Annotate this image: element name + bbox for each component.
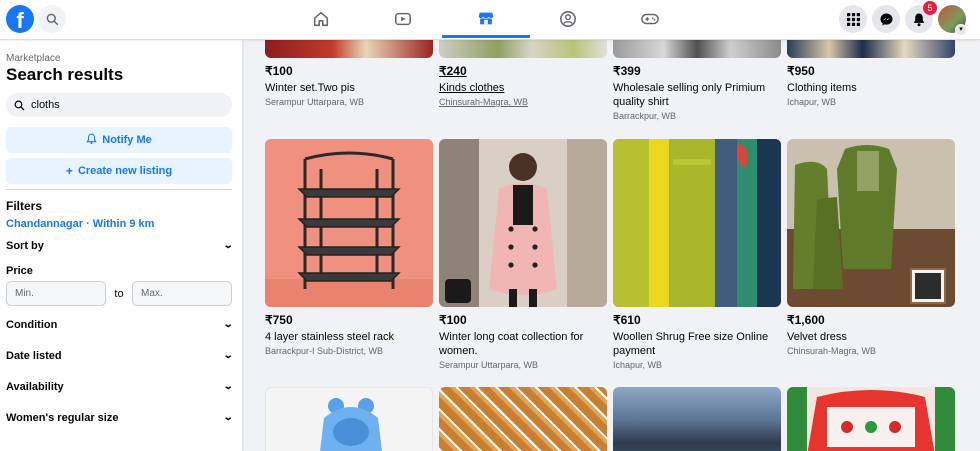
listing-photo (439, 387, 607, 451)
listing-price: ₹1,600 (787, 313, 825, 327)
listing-card[interactable]: ₹1,600 Velvet dress Chinsurah-Magra, WB (787, 139, 955, 356)
marketplace-icon (478, 12, 494, 24)
notify-me-button[interactable]: Notify Me (6, 127, 232, 153)
listing-price: ₹750 (265, 313, 293, 327)
listing-photo (613, 387, 781, 451)
chevron-down-icon: ⌄ (222, 319, 234, 330)
create-listing-button[interactable]: + Create new listing (6, 158, 232, 184)
chevron-down-icon: ⌄ (222, 240, 234, 251)
listing-price: ₹100 (439, 313, 467, 327)
breadcrumb[interactable]: Marketplace (6, 53, 232, 64)
top-navigation-bar: f 5 ▾ (0, 0, 980, 40)
listing-title: 4 layer stainless steel rack (265, 331, 394, 343)
chevron-down-icon[interactable]: ▾ (955, 24, 967, 36)
listings-grid: ₹100 Winter set.Two pis Serampur Uttarpa… (265, 0, 980, 451)
listing-card[interactable] (787, 387, 955, 451)
listing-title: Winter set.Two pis (265, 82, 355, 94)
listing-location: Barrackpur, WB (613, 111, 677, 121)
max-price-input[interactable]: Max. (132, 281, 232, 306)
listing-title: Winter long coat collection for women. (439, 331, 584, 357)
gaming-icon (641, 13, 659, 25)
womens-size-label: Women's regular size (6, 411, 119, 424)
price-range: Min. to Max. (6, 281, 232, 306)
divider (6, 189, 232, 190)
womens-size-filter[interactable]: Women's regular size ⌄ (6, 402, 234, 433)
plus-icon: + (65, 164, 73, 178)
listing-photo (613, 139, 781, 307)
video-tab[interactable] (359, 0, 447, 38)
messenger-icon[interactable] (872, 5, 900, 33)
listing-title: Clothing items (787, 82, 857, 94)
listing-photo (265, 139, 433, 307)
facebook-logo-icon[interactable]: f (6, 5, 34, 33)
listing-photo (787, 139, 955, 307)
groups-icon (560, 11, 576, 27)
listing-photo (439, 139, 607, 307)
condition-filter[interactable]: Condition ⌄ (6, 309, 234, 340)
price-label: Price (6, 265, 33, 277)
listing-location: Serampur Uttarpara, WB (265, 97, 365, 107)
search-value: cloths (31, 99, 60, 111)
listing-price: ₹100 (265, 64, 293, 78)
listing-photo (787, 387, 955, 451)
filters-heading: Filters (6, 199, 43, 213)
listing-photo (265, 387, 433, 451)
marketplace-tab[interactable] (442, 0, 530, 38)
listing-title: Wholesale selling only Primium quality s… (613, 82, 766, 108)
listing-card[interactable] (265, 387, 433, 451)
video-icon (395, 12, 411, 26)
chevron-down-icon: ⌄ (222, 350, 234, 361)
listing-card[interactable]: ₹100 Winter long coat collection for wom… (439, 139, 607, 370)
chevron-down-icon: ⌄ (222, 381, 234, 392)
notify-me-label: Notify Me (102, 134, 152, 146)
sort-by-label: Sort by (6, 239, 44, 252)
notifications-icon[interactable]: 5 (905, 1, 937, 33)
listing-location: Chinsurah-Magra, WB (439, 97, 529, 107)
date-listed-filter[interactable]: Date listed ⌄ (6, 340, 234, 371)
page-title: Search results (6, 65, 124, 84)
sort-by-filter[interactable]: Sort by ⌄ (6, 230, 234, 261)
min-price-input[interactable]: Min. (6, 281, 106, 306)
listing-card[interactable] (439, 387, 607, 451)
location-filter-link[interactable]: Chandannagar · Within 9 km (6, 218, 232, 230)
listing-location: Chinsurah-Magra, WB (787, 346, 877, 356)
listing-card[interactable]: ₹750 4 layer stainless steel rack Barrac… (265, 139, 433, 356)
menu-icon[interactable] (839, 5, 867, 33)
listing-title: Velvet dress (787, 331, 847, 343)
bell-icon (86, 133, 97, 148)
listing-price: ₹399 (613, 64, 641, 78)
search-icon[interactable] (38, 5, 66, 33)
listing-location: Barrackpur-I Sub-District, WB (265, 346, 384, 356)
availability-filter[interactable]: Availability ⌄ (6, 371, 234, 402)
home-icon (313, 11, 329, 27)
listing-price: ₹610 (613, 313, 641, 327)
condition-label: Condition (6, 318, 58, 331)
groups-tab[interactable] (524, 0, 612, 38)
listing-title: Kinds clothes (439, 82, 505, 94)
listing-price: ₹240 (439, 64, 467, 78)
price-to-label: to (114, 287, 124, 300)
listing-card[interactable]: ₹610 Woollen Shrug Free size Online paym… (613, 139, 781, 370)
search-input[interactable]: cloths (6, 93, 232, 117)
notification-badge: 5 (923, 1, 937, 15)
date-listed-label: Date listed (6, 349, 62, 362)
listing-title: Woollen Shrug Free size Online payment (613, 331, 769, 357)
sidebar: Marketplace Search results cloths Notify… (0, 40, 242, 451)
listing-location: Ichapur, WB (613, 360, 663, 370)
listing-price: ₹950 (787, 64, 815, 78)
search-icon (14, 100, 25, 110)
gaming-tab[interactable] (606, 0, 694, 38)
home-tab[interactable] (277, 0, 365, 38)
create-listing-label: Create new listing (77, 165, 173, 177)
listing-card[interactable] (613, 387, 781, 451)
listing-location: Ichapur, WB (787, 97, 837, 107)
listing-location: Serampur Uttarpara, WB (439, 360, 539, 370)
availability-label: Availability (6, 380, 64, 393)
chevron-down-icon: ⌄ (222, 412, 234, 423)
